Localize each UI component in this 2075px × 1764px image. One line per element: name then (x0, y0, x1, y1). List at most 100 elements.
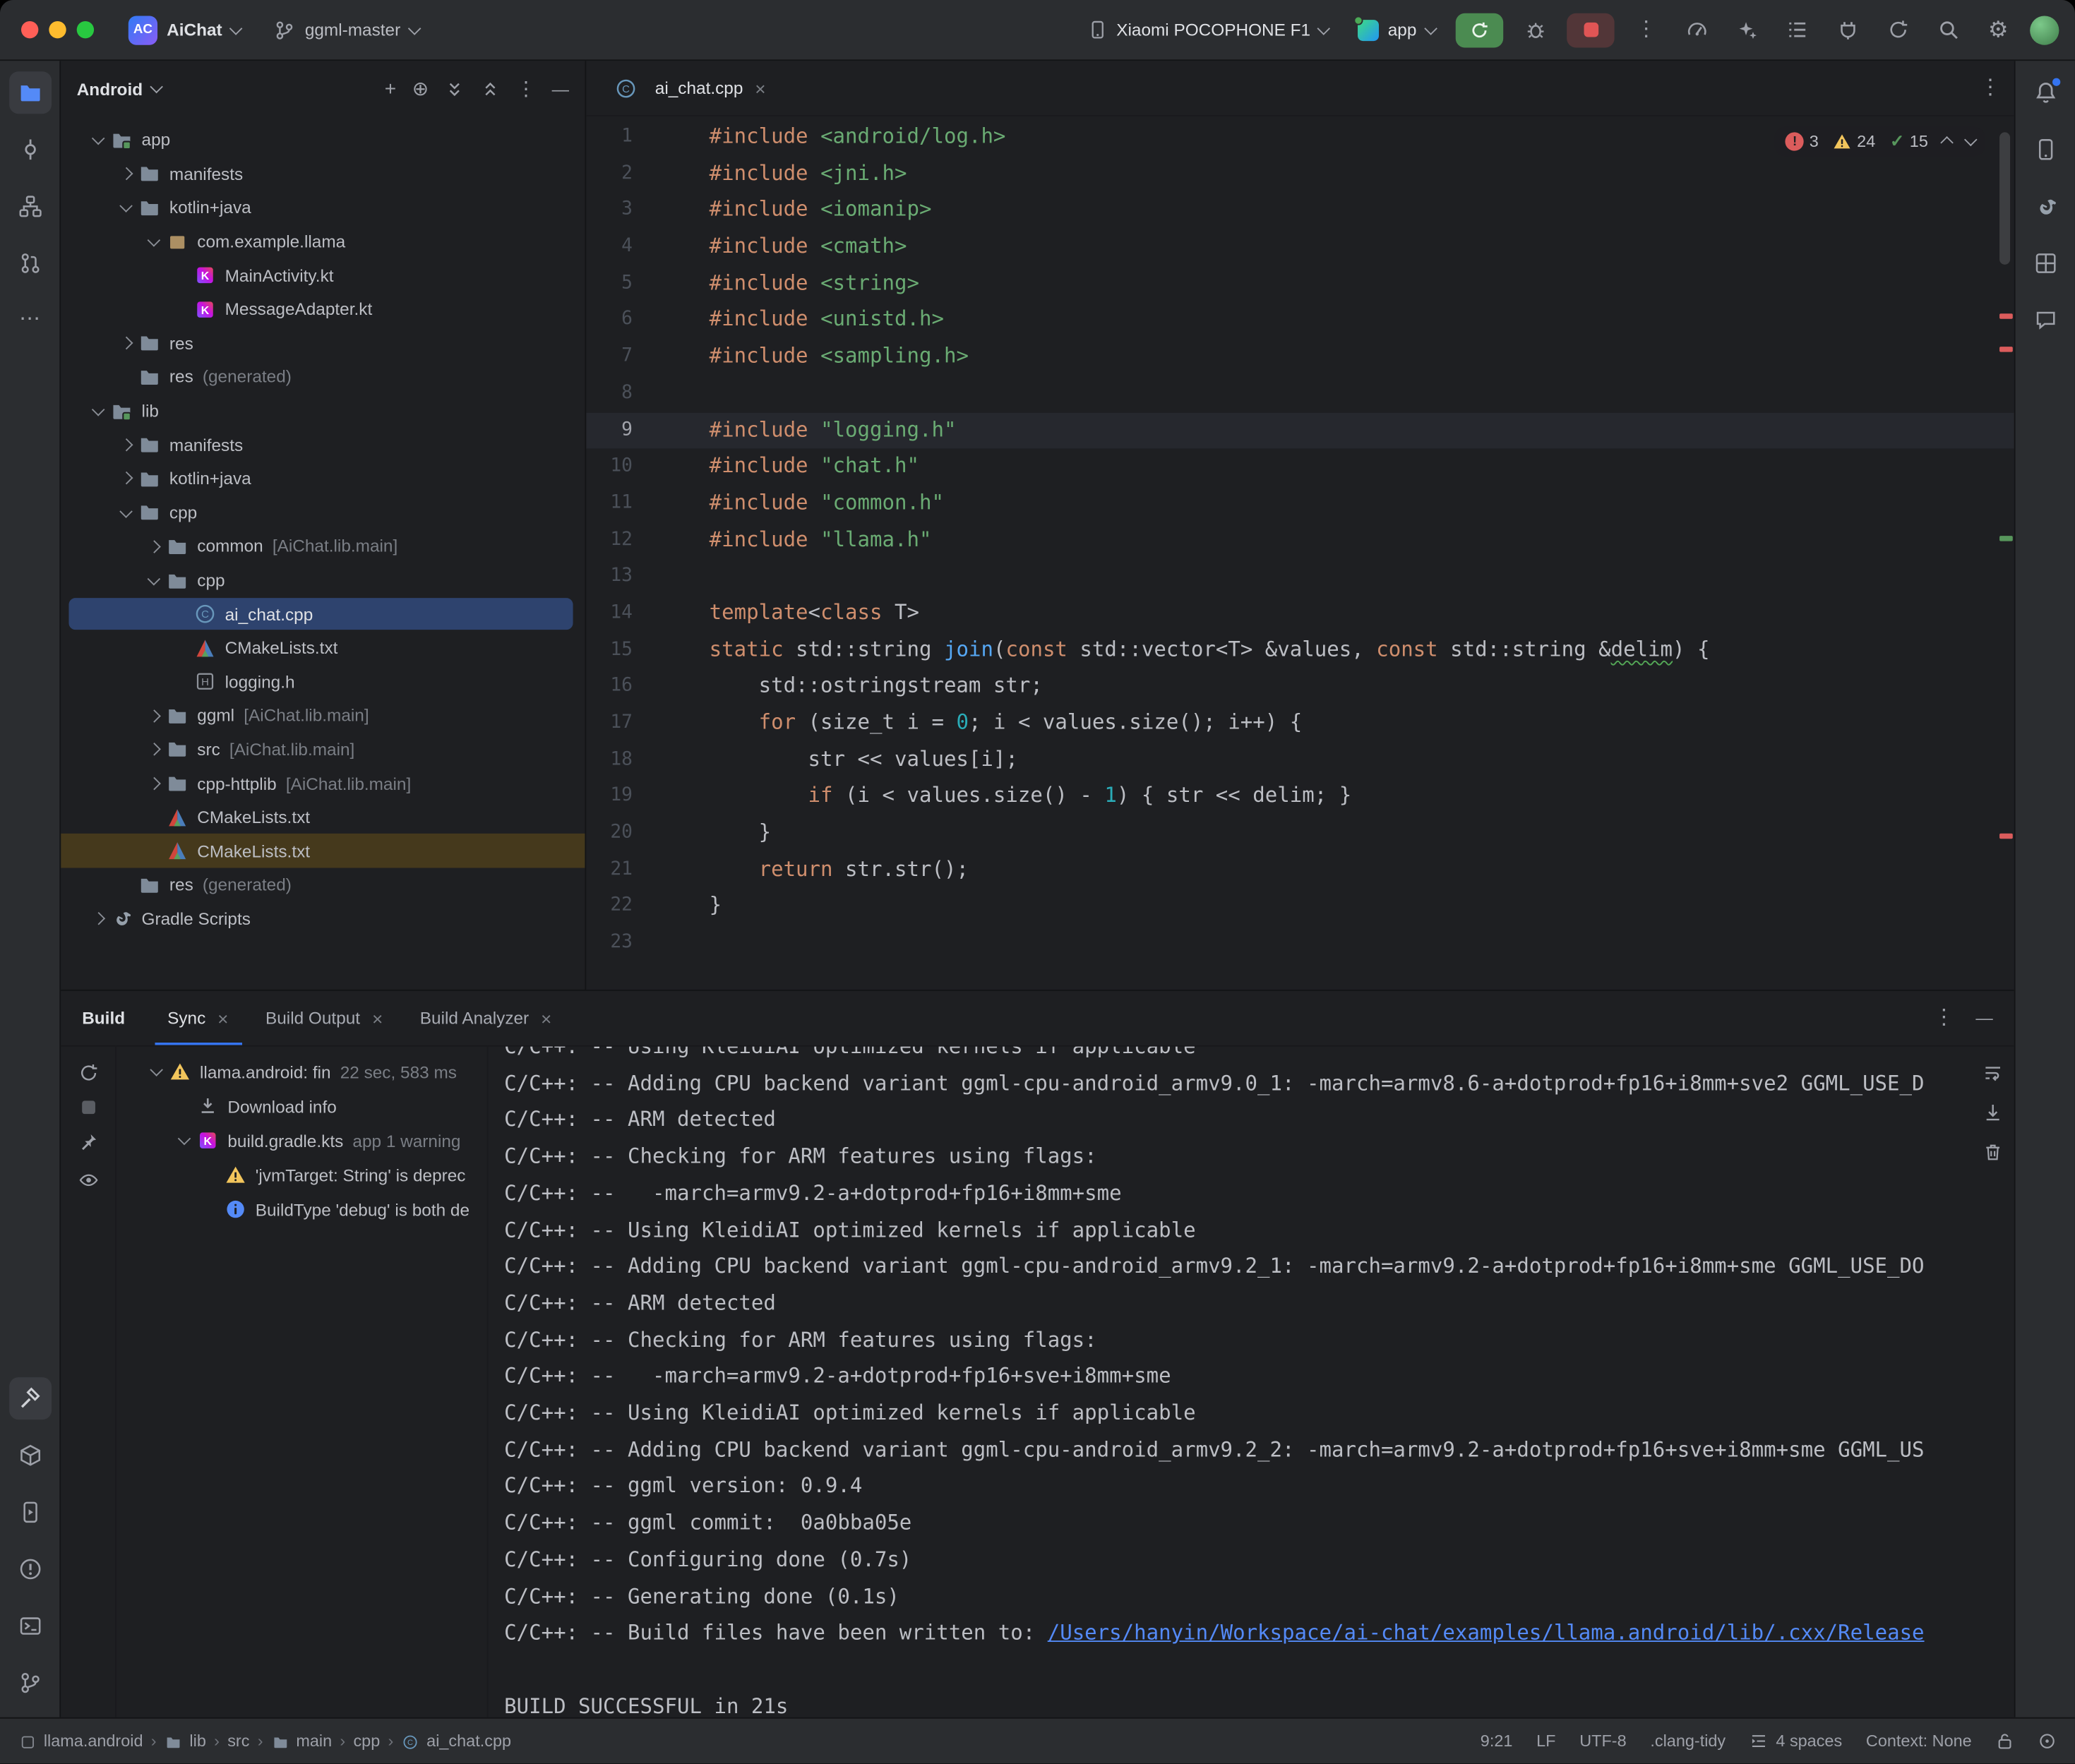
tree-item-res[interactable]: res (61, 326, 585, 360)
show-details-eye-icon[interactable] (78, 1170, 99, 1191)
dependencies-tool-button[interactable] (8, 1434, 51, 1477)
chevron-down-icon[interactable] (143, 1069, 169, 1074)
code-line[interactable]: 10#include "chat.h" (586, 449, 2014, 486)
code-line[interactable]: 5#include <string> (586, 265, 2014, 302)
sync-gradle-icon[interactable] (1879, 11, 1916, 48)
hide-build-panel-icon[interactable]: — (1975, 1009, 1992, 1026)
stop-app-button[interactable] (1567, 13, 1614, 47)
code-line[interactable]: 7#include <sampling.h> (586, 339, 2014, 376)
console-line[interactable]: C/C++: -- Using KleidiAI optimized kerne… (504, 1047, 1972, 1067)
close-tab-icon[interactable]: × (372, 1007, 383, 1028)
tree-item-logging-h[interactable]: Hlogging.h (61, 665, 585, 699)
chevron-right-icon[interactable] (112, 440, 138, 449)
chevron-right-icon[interactable] (112, 339, 138, 347)
code-line[interactable]: 17 for (size_t i = 0; i < values.size();… (586, 705, 2014, 742)
chevron-right-icon[interactable] (112, 474, 138, 483)
device-selector[interactable]: Xiaomi POCOPHONE F1 (1080, 15, 1337, 45)
notifications-button[interactable] (2024, 71, 2067, 114)
console-link[interactable]: /Users/hanyin/Workspace/ai-chat/examples… (1048, 1621, 1925, 1645)
tree-item-cpp[interactable]: cpp (61, 496, 585, 529)
close-tab-icon[interactable]: × (541, 1007, 551, 1028)
plugins-icon[interactable] (1829, 11, 1865, 48)
chevron-right-icon[interactable] (85, 915, 111, 923)
chevron-down-icon[interactable] (171, 1138, 197, 1143)
chevron-right-icon[interactable] (140, 542, 167, 551)
next-problem-icon[interactable] (1964, 133, 1976, 145)
breadcrumb-item[interactable]: main (271, 1732, 332, 1750)
breadcrumb-item[interactable]: lib (165, 1732, 206, 1750)
ai-assistant-icon[interactable] (1728, 11, 1765, 48)
console-line[interactable]: C/C++: -- -march=armv9.2-a+dotprod+fp16+… (504, 1360, 1972, 1396)
console-line[interactable]: C/C++: -- Checking for ARM features usin… (504, 1323, 1972, 1360)
code-area[interactable]: 1#include <android/log.h>2#include <jni.… (586, 116, 2014, 990)
build-panel-options-kebab[interactable]: ⋮ (1933, 1007, 1954, 1028)
console-line[interactable]: C/C++: -- Generating done (0.1s) (504, 1579, 1972, 1616)
tree-item-manifests[interactable]: manifests (61, 428, 585, 462)
run-configuration-selector[interactable]: app (1349, 14, 1442, 46)
running-devices-tool-button[interactable] (8, 1491, 51, 1533)
tab-options-kebab[interactable]: ⋮ (1980, 78, 2001, 99)
code-line[interactable]: 19 if (i < values.size() - 1) { str << d… (586, 779, 2014, 815)
build-console[interactable]: C/C++: -- Using KleidiAI optimized kerne… (487, 1047, 1972, 1717)
build-tree-item[interactable]: Kbuild.gradle.ktsapp 1 warning (116, 1123, 487, 1158)
settings-gear-icon[interactable]: ⚙ (1980, 11, 2016, 48)
layout-inspector-button[interactable] (2024, 242, 2067, 284)
project-view-mode[interactable]: Android (77, 79, 143, 99)
close-tab-icon[interactable]: × (755, 78, 765, 99)
hide-panel-icon[interactable]: — (552, 80, 569, 97)
tree-item-res[interactable]: res(generated) (61, 868, 585, 902)
console-line[interactable]: C/C++: -- Configuring done (0.7s) (504, 1542, 1972, 1579)
console-line[interactable]: C/C++: -- -march=armv9.2-a+dotprod+fp16+… (504, 1176, 1972, 1213)
code-line[interactable]: 6#include <unistd.h> (586, 302, 2014, 339)
build-tree-item[interactable]: llama.android: fin22 sec, 583 ms (116, 1055, 487, 1089)
chevron-down-icon[interactable] (140, 578, 167, 583)
tree-item-cmakelists-txt[interactable]: CMakeLists.txt (61, 834, 585, 868)
chevron-down-icon[interactable] (85, 409, 111, 414)
tree-item-messageadapter-kt[interactable]: KMessageAdapter.kt (61, 292, 585, 326)
code-line[interactable]: 3#include <iomanip> (586, 192, 2014, 229)
rerun-app-button[interactable] (1456, 13, 1503, 47)
passed-count[interactable]: ✓15 (1890, 131, 1928, 152)
clear-console-icon[interactable] (1983, 1142, 2004, 1163)
chevron-down-icon[interactable] (85, 138, 111, 143)
indent-widget[interactable]: 4 spaces (1750, 1732, 1842, 1750)
code-line[interactable]: 20 } (586, 815, 2014, 852)
code-line[interactable]: 22} (586, 888, 2014, 925)
close-tab-icon[interactable]: × (217, 1007, 228, 1028)
console-line[interactable]: C/C++: -- ARM detected (504, 1286, 1972, 1323)
console-line[interactable]: C/C++: -- Using KleidiAI optimized kerne… (504, 1396, 1972, 1432)
profiler-icon[interactable] (1678, 11, 1715, 48)
status-indicator-icon[interactable] (2038, 1732, 2056, 1750)
console-line[interactable]: C/C++: -- Adding CPU backend variant ggm… (504, 1432, 1972, 1469)
tree-item-mainactivity-kt[interactable]: KMainActivity.kt (61, 258, 585, 292)
code-line[interactable]: 16 std::ostringstream str; (586, 668, 2014, 705)
tree-item-gradle-scripts[interactable]: Gradle Scripts (61, 902, 585, 936)
tree-item-cpp-httplib[interactable]: cpp-httplib[AiChat.lib.main] (61, 767, 585, 800)
console-line[interactable]: C/C++: -- Adding CPU backend variant ggm… (504, 1066, 1972, 1103)
analysis-mark[interactable] (1999, 347, 2013, 352)
tree-item-kotlin-java[interactable]: kotlin+java (61, 191, 585, 224)
search-everywhere-icon[interactable] (1930, 11, 1966, 48)
pin-icon[interactable] (78, 1132, 99, 1153)
tree-item-lib[interactable]: lib (61, 394, 585, 428)
warning-count[interactable]: 24 (1833, 132, 1875, 150)
breadcrumb-item[interactable]: cpp (353, 1732, 380, 1750)
tree-item-cpp[interactable]: cpp (61, 563, 585, 597)
version-control-tool-button[interactable] (8, 1662, 51, 1704)
breadcrumb-item[interactable]: Cai_chat.cpp (402, 1732, 511, 1750)
todo-icon[interactable] (1778, 11, 1815, 48)
gradle-button[interactable] (2024, 185, 2067, 227)
inspections-widget[interactable]: !3 24 ✓15 (1775, 127, 1985, 156)
code-line[interactable]: 12#include "llama.h" (586, 522, 2014, 559)
console-line[interactable]: C/C++: -- ggml version: 0.9.4 (504, 1469, 1972, 1506)
chevron-down-icon[interactable] (112, 510, 138, 515)
build-tree-item[interactable]: BuildType 'debug' is both de (116, 1192, 487, 1227)
file-encoding[interactable]: UTF-8 (1579, 1732, 1626, 1750)
error-count[interactable]: !3 (1786, 132, 1819, 150)
analysis-mark[interactable] (1999, 536, 2013, 541)
line-separator[interactable]: LF (1536, 1732, 1555, 1750)
tree-item-ggml[interactable]: ggml[AiChat.lib.main] (61, 699, 585, 733)
tree-item-cmakelists-txt[interactable]: CMakeLists.txt (61, 631, 585, 665)
chevron-down-icon[interactable] (140, 239, 167, 244)
pull-requests-tool-button[interactable] (8, 242, 51, 284)
